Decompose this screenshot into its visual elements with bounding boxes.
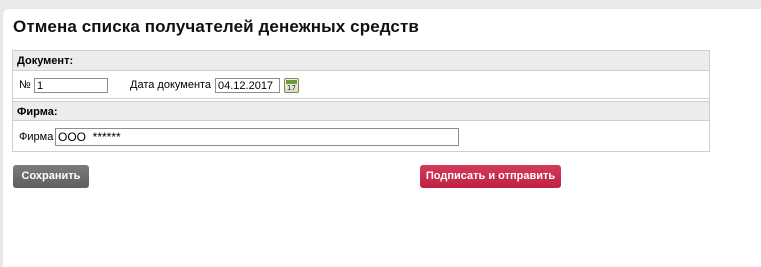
document-date-input[interactable] bbox=[215, 78, 280, 93]
number-label: № bbox=[19, 79, 31, 91]
main-panel: Отмена списка получателей денежных средс… bbox=[3, 9, 761, 267]
document-fields-row: № Дата документа 17 bbox=[13, 72, 709, 99]
firm-fields-row: Фирма bbox=[13, 123, 709, 150]
calendar-icon-day: 17 bbox=[287, 84, 296, 92]
document-number-input[interactable] bbox=[34, 78, 108, 93]
date-label: Дата документа bbox=[130, 79, 212, 91]
page-title: Отмена списка получателей денежных средс… bbox=[13, 17, 419, 36]
section-header-document: Документ: bbox=[13, 51, 709, 71]
calendar-icon[interactable]: 17 bbox=[284, 78, 299, 93]
sign-and-send-button[interactable]: Подписать и отправить bbox=[420, 165, 561, 188]
save-button[interactable]: Сохранить bbox=[13, 165, 89, 188]
section-header-firm: Фирма: bbox=[13, 101, 709, 121]
firm-input[interactable] bbox=[55, 128, 459, 146]
form-box: Документ: № Дата документа 17 Фирма: Фир… bbox=[12, 50, 710, 152]
firm-label: Фирма bbox=[19, 131, 54, 143]
